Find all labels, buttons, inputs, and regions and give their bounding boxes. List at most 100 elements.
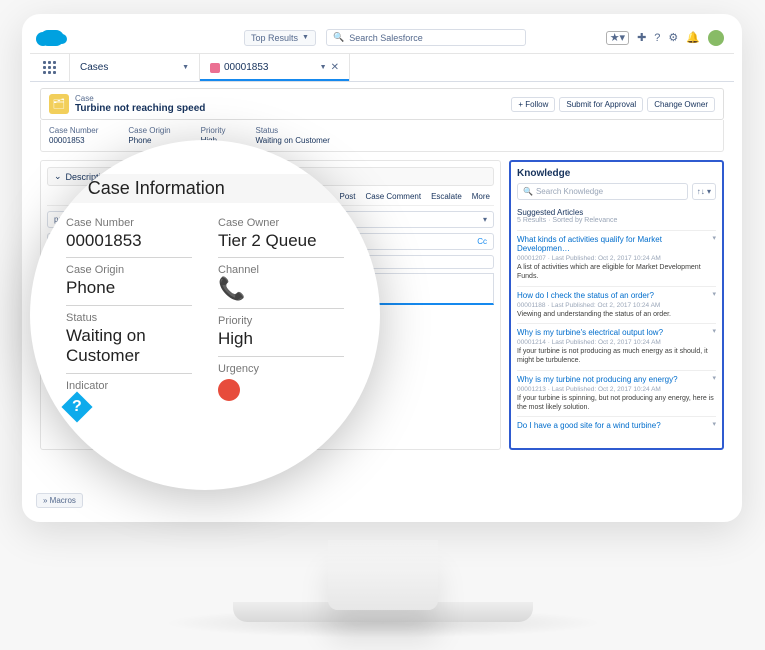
field-label: Case Owner <box>218 217 344 229</box>
workspace-tabs: Cases ▼ 00001853 ▼ ✕ <box>30 54 734 82</box>
knowledge-panel: Knowledge 🔍Search Knowledge ↑↓ ▾ Suggest… <box>509 160 724 450</box>
field-value: Waiting on Customer <box>256 136 330 145</box>
favorites-button[interactable]: ★▾ <box>606 31 629 45</box>
field-label: Status <box>256 126 330 135</box>
field-value: Tier 2 Queue <box>218 231 344 251</box>
knowledge-search-input[interactable]: 🔍Search Knowledge <box>517 183 688 200</box>
knowledge-sort-button[interactable]: ↑↓ ▾ <box>692 183 716 200</box>
user-avatar[interactable] <box>708 30 724 46</box>
tab-cases-label: Cases <box>80 62 108 73</box>
article-title-link[interactable]: What kinds of activities qualify for Mar… <box>517 235 716 253</box>
knowledge-title: Knowledge <box>517 168 716 179</box>
follow-button[interactable]: + Follow <box>511 97 555 112</box>
field-label: Case Origin <box>66 264 192 276</box>
app-launcher-button[interactable] <box>30 54 70 81</box>
submit-approval-button[interactable]: Submit for Approval <box>559 97 643 112</box>
indicator-diamond-icon: ? <box>61 391 92 422</box>
zoom-callout: ⌄ Case Information Case Number 00001853 … <box>30 140 380 490</box>
article-menu-icon[interactable]: ▾ <box>712 290 716 298</box>
record-header: 🗂 Case Turbine not reaching speed + Foll… <box>40 88 724 120</box>
knowledge-result-meta: 5 Results · Sorted by Relevance <box>517 217 716 224</box>
field-label: Channel <box>218 264 344 276</box>
article-meta: 00001207 · Last Published: Oct 2, 2017 1… <box>517 255 716 262</box>
urgency-indicator-icon <box>218 379 240 401</box>
article-title-link[interactable]: How do I check the status of an order? <box>517 291 716 300</box>
chevron-down-icon: ▼ <box>302 34 309 41</box>
settings-gear-icon[interactable]: ⚙ <box>668 31 678 44</box>
knowledge-article[interactable]: ▾How do I check the status of an order? 0… <box>517 286 716 324</box>
macros-utility-button[interactable]: » Macros <box>36 493 83 508</box>
case-owner-field: Case Owner Tier 2 Queue <box>218 213 344 258</box>
article-menu-icon[interactable]: ▾ <box>712 374 716 382</box>
article-snippet: If your turbine is spinning, but not pro… <box>517 395 716 413</box>
highlight-fields: Case Number00001853 Case OriginPhone Pri… <box>40 120 724 152</box>
knowledge-article[interactable]: ▾Why is my turbine not producing any ene… <box>517 370 716 417</box>
article-menu-icon[interactable]: ▾ <box>712 420 716 428</box>
close-tab-icon[interactable]: ✕ <box>331 62 339 73</box>
search-placeholder: Search Salesforce <box>349 33 423 43</box>
case-record-icon: 🗂 <box>49 94 69 114</box>
salesforce-logo-icon <box>40 30 64 46</box>
quick-action-case-comment[interactable]: Case Comment <box>366 192 422 201</box>
phone-icon: 📞 <box>218 276 344 302</box>
knowledge-subhead: Suggested Articles <box>517 208 716 217</box>
article-title-link[interactable]: Why is my turbine's electrical output lo… <box>517 328 716 337</box>
tab-case-record[interactable]: 00001853 ▼ ✕ <box>200 54 350 81</box>
field-value: High <box>218 329 344 349</box>
change-owner-button[interactable]: Change Owner <box>647 97 715 112</box>
priority-field: Priority High <box>218 311 344 356</box>
channel-field: Channel 📞 <box>218 260 344 309</box>
tab-cases[interactable]: Cases ▼ <box>70 54 200 81</box>
article-meta: 00001213 · Last Published: Oct 2, 2017 1… <box>517 386 716 393</box>
knowledge-article[interactable]: ▾Do I have a good site for a wind turbin… <box>517 416 716 434</box>
field-value: Waiting on Customer <box>66 326 192 367</box>
indicator-field: Indicator ? <box>66 376 192 424</box>
case-origin-field: Case Origin Phone <box>66 260 192 305</box>
chevron-down-icon: ⌄ <box>54 171 62 182</box>
article-menu-icon[interactable]: ▾ <box>712 327 716 335</box>
knowledge-search-placeholder: Search Knowledge <box>536 187 603 196</box>
quick-action-post[interactable]: Post <box>339 192 355 201</box>
global-header: Top Results ▼ 🔍 Search Salesforce ★▾ ✚ ?… <box>30 22 734 54</box>
field-label: Case Origin <box>128 126 170 135</box>
case-information-section-toggle[interactable]: ⌄ Case Information <box>66 174 344 203</box>
chevron-down-icon: ▼ <box>182 64 189 71</box>
chevron-down-icon: ▼ <box>320 64 327 71</box>
article-title-link[interactable]: Why is my turbine not producing any ener… <box>517 375 716 384</box>
global-search-input[interactable]: 🔍 Search Salesforce <box>326 29 526 46</box>
article-snippet: Viewing and understanding the status of … <box>517 311 716 320</box>
article-meta: 00001214 · Last Published: Oct 2, 2017 1… <box>517 339 716 346</box>
field-value: 00001853 <box>49 136 98 145</box>
article-snippet: A list of activities which are eligible … <box>517 264 716 282</box>
add-button[interactable]: ✚ <box>637 31 646 44</box>
field-label: Priority <box>201 126 226 135</box>
article-meta: 00001188 · Last Published: Oct 2, 2017 1… <box>517 302 716 309</box>
field-label: Indicator <box>66 380 192 392</box>
quick-action-escalate[interactable]: Escalate <box>431 192 462 201</box>
status-field: Status Waiting on Customer <box>66 308 192 374</box>
urgency-field: Urgency <box>218 359 344 407</box>
tab-record-label: 00001853 <box>224 62 269 73</box>
record-title: Turbine not reaching speed <box>75 103 205 114</box>
field-label: Priority <box>218 315 344 327</box>
case-icon <box>210 63 220 73</box>
field-value: 00001853 <box>66 231 192 251</box>
chevron-down-icon: ▾ <box>483 215 487 224</box>
article-snippet: If your turbine is not producing as much… <box>517 348 716 366</box>
search-icon: 🔍 <box>523 187 533 196</box>
quick-action-more[interactable]: More <box>472 192 490 201</box>
notifications-icon[interactable]: 🔔 <box>686 31 700 44</box>
search-scope-dropdown[interactable]: Top Results ▼ <box>244 30 316 46</box>
help-icon[interactable]: ? <box>654 32 660 44</box>
field-label: Case Number <box>49 126 98 135</box>
article-title-link[interactable]: Do I have a good site for a wind turbine… <box>517 421 716 430</box>
field-label: Case Number <box>66 217 192 229</box>
knowledge-article[interactable]: ▾What kinds of activities qualify for Ma… <box>517 230 716 286</box>
field-label: Urgency <box>218 363 344 375</box>
knowledge-article[interactable]: ▾Why is my turbine's electrical output l… <box>517 323 716 370</box>
field-label: Status <box>66 312 192 324</box>
article-menu-icon[interactable]: ▾ <box>712 234 716 242</box>
case-information-title: Case Information <box>88 178 225 199</box>
case-number-field: Case Number 00001853 <box>66 213 192 258</box>
record-type-label: Case <box>75 94 205 103</box>
